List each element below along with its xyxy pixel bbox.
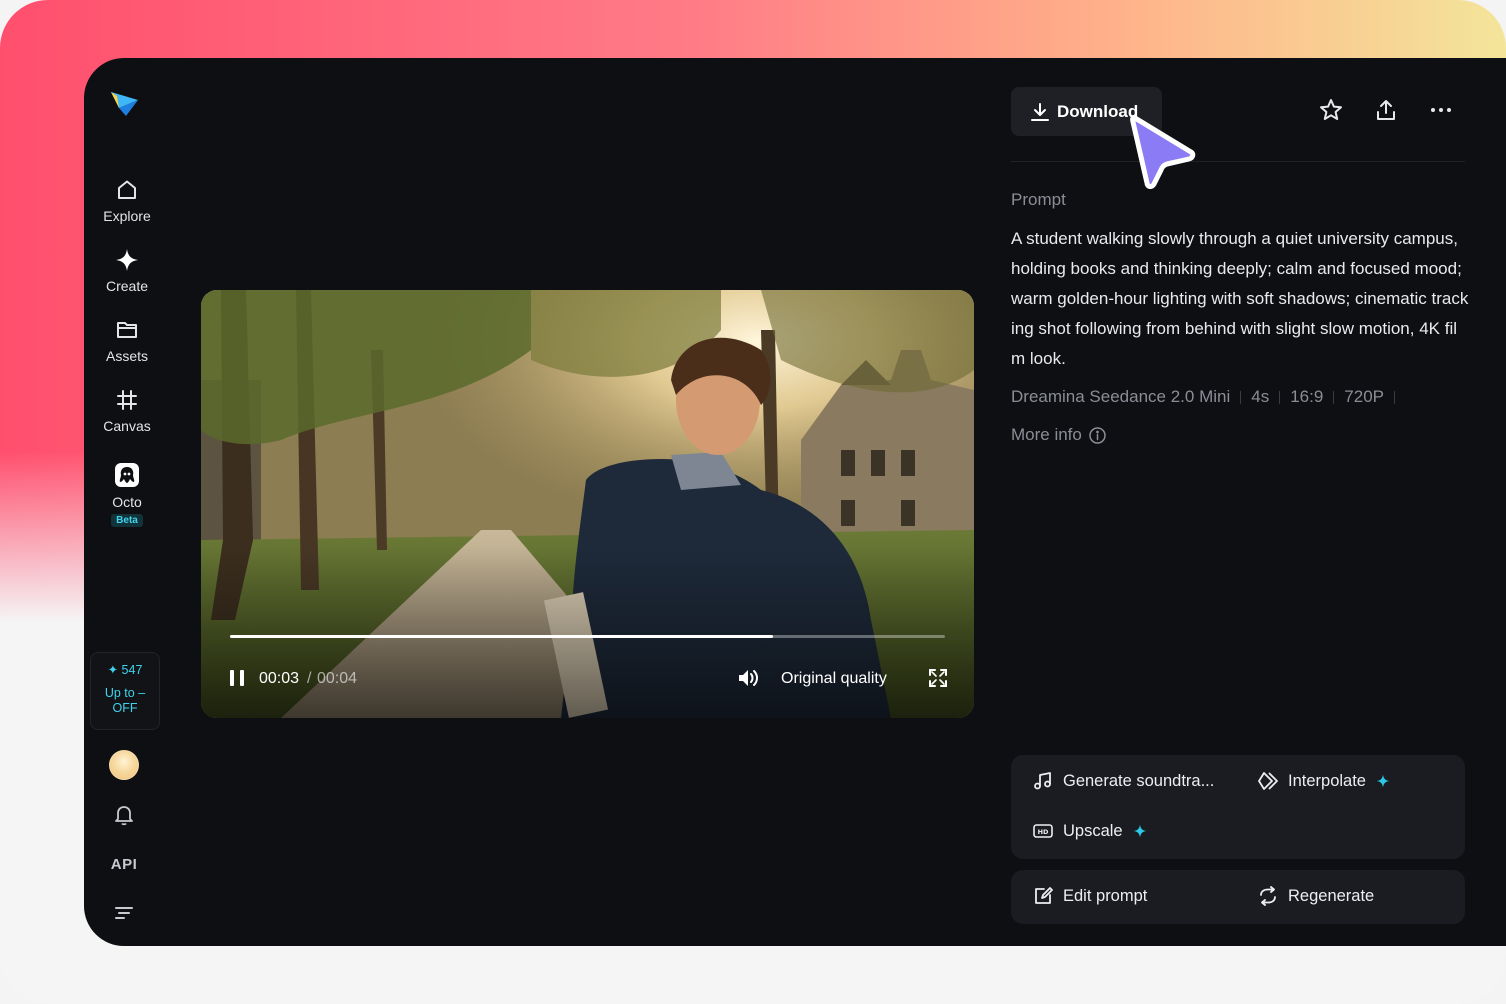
prompt-text: A student walking slowly through a quiet… [1011, 229, 1469, 368]
sidebar: Explore Create Assets Canvas Octo Beta ✦… [84, 58, 170, 946]
enhance-actions-card: Generate soundtra... Interpolate HD Upsc… [1011, 755, 1465, 859]
hd-icon: HD [1033, 824, 1053, 838]
meta-separator [1279, 390, 1281, 404]
mouse-cursor-icon [1130, 115, 1196, 189]
prompt-actions-card: Edit prompt Regenerate [1011, 870, 1465, 924]
beta-badge: Beta [111, 514, 143, 527]
regenerate-label: Regenerate [1288, 886, 1375, 905]
octo-icon [115, 463, 139, 487]
meta-separator [1240, 390, 1242, 404]
interpolate-icon [1258, 772, 1278, 790]
music-note-icon [1034, 772, 1051, 790]
sidebar-item-assets[interactable]: Assets [84, 318, 170, 364]
regenerate-button[interactable]: Regenerate [1258, 886, 1374, 906]
video-progress-bar[interactable] [230, 635, 945, 638]
sidebar-item-label: Octo [112, 494, 142, 510]
interpolate-label: Interpolate [1288, 771, 1366, 790]
sparkle-icon [116, 249, 138, 271]
sidebar-item-octo[interactable]: Octo Beta [84, 462, 170, 527]
meta-separator [1333, 390, 1335, 404]
upscale-button[interactable]: HD Upscale [1033, 821, 1147, 841]
svg-text:HD: HD [1038, 828, 1049, 836]
more-options-icon[interactable] [1429, 98, 1453, 122]
download-icon [1031, 102, 1049, 121]
promo-text: Up to – OFF [104, 686, 146, 715]
edit-prompt-label: Edit prompt [1063, 886, 1148, 905]
prompt-label: Prompt [1011, 190, 1066, 209]
generate-soundtrack-button[interactable]: Generate soundtra... [1033, 771, 1214, 791]
total-time: 00:04 [317, 670, 358, 687]
menu-icon[interactable] [114, 905, 134, 921]
duration: 4s [1251, 387, 1270, 406]
edit-prompt-button[interactable]: Edit prompt [1033, 886, 1147, 906]
quality-selector[interactable]: Original quality [781, 670, 887, 688]
sidebar-item-explore[interactable]: Explore [84, 178, 170, 224]
bell-icon[interactable] [114, 804, 134, 826]
app-window: Explore Create Assets Canvas Octo Beta ✦… [84, 58, 1506, 946]
regenerate-icon [1260, 886, 1276, 906]
edit-icon [1035, 887, 1053, 904]
sparkle-icon [1133, 824, 1147, 838]
header-divider [1011, 161, 1465, 162]
credits-box[interactable]: ✦ 547 Up to – OFF [90, 652, 160, 730]
video-frame-image [201, 290, 974, 718]
sparkle-icon [1376, 774, 1390, 788]
interpolate-button[interactable]: Interpolate [1258, 771, 1390, 791]
fullscreen-icon[interactable] [929, 669, 947, 687]
canvas-grid-icon [117, 390, 137, 410]
star-icon[interactable] [1319, 98, 1343, 122]
folder-icon [117, 322, 137, 338]
meta-separator [1394, 390, 1395, 404]
sidebar-item-label: Explore [103, 208, 151, 224]
video-controls: 00:03 / 00:04 Original quality [201, 662, 974, 694]
sidebar-item-create[interactable]: Create [84, 248, 170, 294]
model-name: Dreamina Seedance 2.0 Mini [1011, 387, 1231, 406]
app-logo-icon[interactable] [108, 86, 140, 118]
sidebar-item-label: Canvas [103, 418, 151, 434]
home-icon [118, 180, 136, 199]
api-link[interactable]: API [84, 856, 164, 873]
upscale-label: Upscale [1063, 821, 1123, 840]
sidebar-item-label: Assets [105, 348, 148, 364]
sidebar-item-label: Create [105, 278, 149, 294]
current-time: 00:03 [259, 670, 300, 687]
more-info-link[interactable]: More info [1011, 425, 1106, 445]
info-icon [1089, 426, 1106, 444]
avatar[interactable] [109, 750, 139, 780]
more-info-label: More info [1011, 425, 1082, 444]
pause-icon[interactable] [227, 668, 247, 688]
credits-count: ✦ 547 [107, 663, 143, 677]
generate-soundtrack-label: Generate soundtra... [1063, 771, 1215, 790]
generation-meta: Dreamina Seedance 2.0 Mini 4s 16:9 720P [1011, 387, 1405, 407]
volume-icon[interactable] [737, 668, 761, 688]
aspect-ratio: 16:9 [1290, 387, 1324, 406]
video-player[interactable]: 00:03 / 00:04 Original quality [201, 290, 974, 718]
video-progress-fill [230, 635, 774, 638]
sidebar-item-canvas[interactable]: Canvas [84, 388, 170, 434]
share-icon[interactable] [1374, 98, 1398, 122]
time-separator: / [307, 670, 312, 687]
resolution: 720P [1344, 387, 1384, 406]
